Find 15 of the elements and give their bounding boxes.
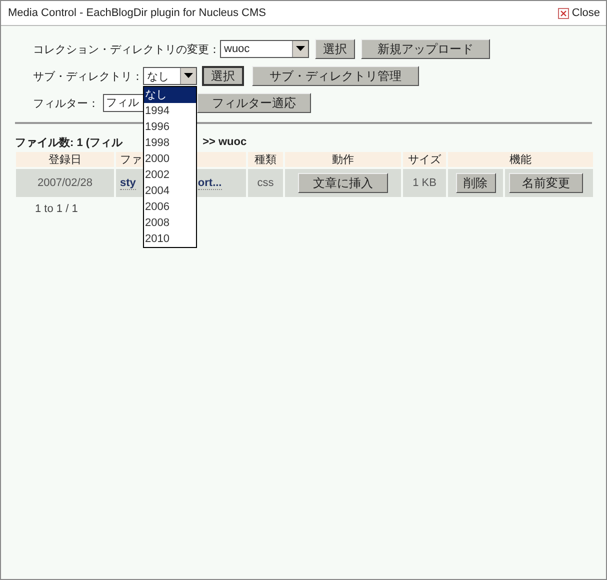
window-title: Media Control - EachBlogDir plugin for Nucleus CMS <box>8 7 266 19</box>
file-count: ファイル数: 1 (フィル <box>15 136 123 150</box>
date-cell: 2007/02/28 <box>16 169 114 197</box>
column-header: サイズ <box>403 152 446 167</box>
size-cell: 1 KB <box>403 169 446 197</box>
column-header: 機能 <box>448 152 593 167</box>
column-header: 登録日 <box>16 152 114 167</box>
collection-label: コレクション・ディレクトリの変更： <box>33 42 220 56</box>
column-header: 種類 <box>248 152 283 167</box>
directory-path: >> wuoc <box>202 136 247 148</box>
column-header: 動作 <box>285 152 401 167</box>
pagination-text: 1 to 1 / 1 <box>35 203 78 215</box>
type-cell: css <box>248 169 283 197</box>
subdir-label: サブ・ディレクトリ： <box>33 70 143 84</box>
filter-label: フィルター： <box>33 96 99 110</box>
